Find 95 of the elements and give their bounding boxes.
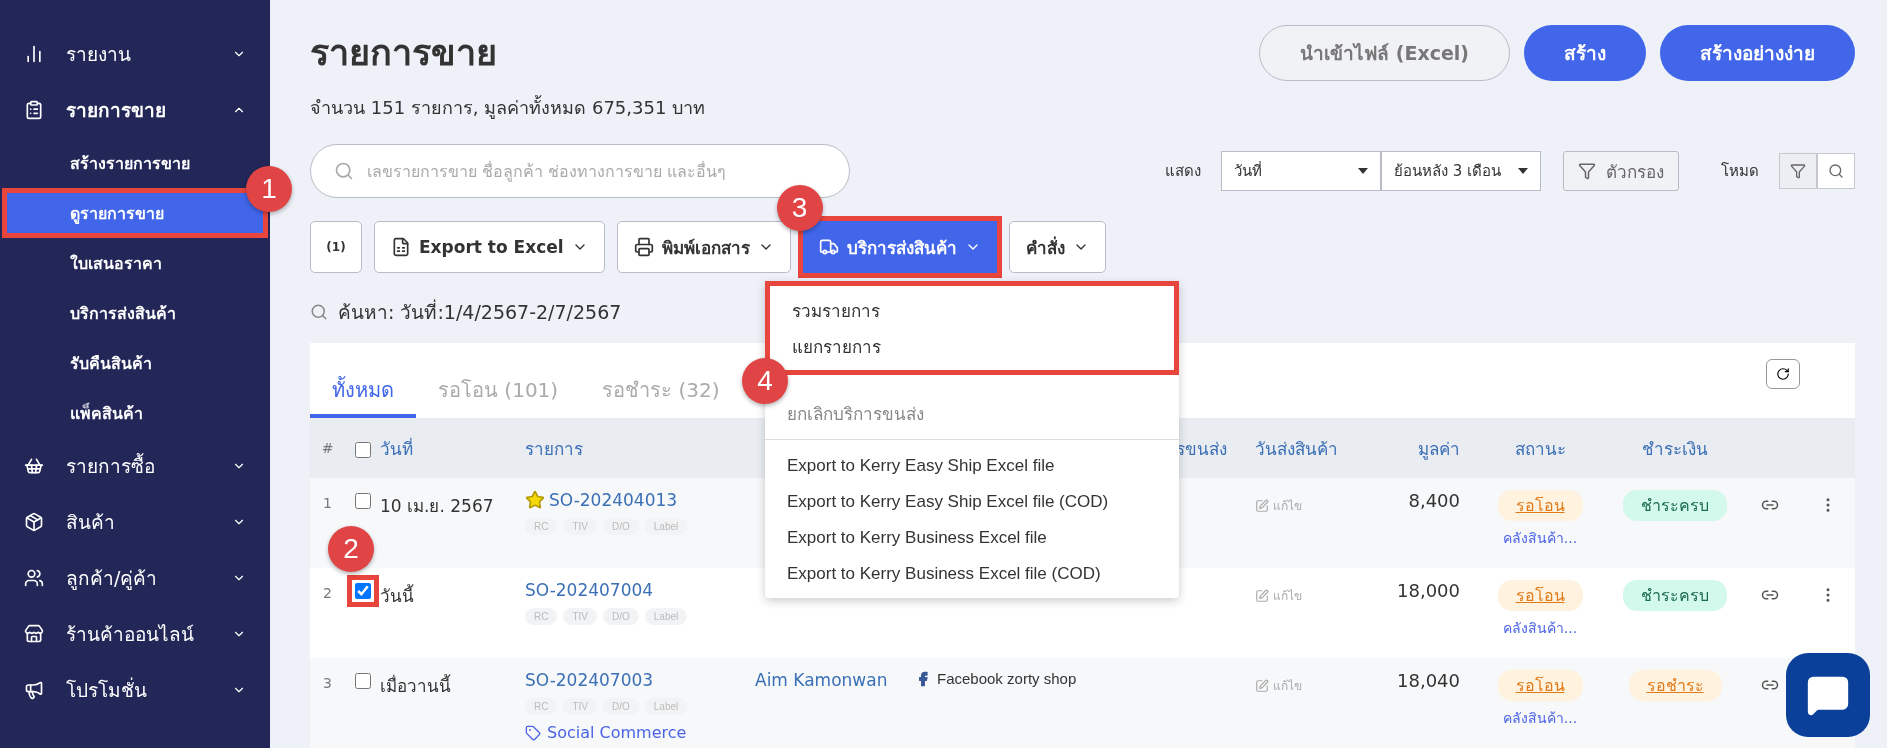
warehouse-link[interactable]: คลังสินค้า... (1502, 617, 1578, 639)
sidebar-subitem[interactable]: แพ็คสินค้า (2, 388, 268, 438)
value-cell-text: 8,400 (1407, 490, 1461, 511)
edit-icon (1255, 498, 1269, 513)
row-checkbox[interactable] (354, 583, 371, 599)
selected-count-button[interactable]: (1) (310, 221, 362, 273)
sidebar-subitem[interactable]: บริการส่งสินค้า (2, 288, 268, 338)
date-cell-text: 10 เม.ย. 2567 (380, 495, 495, 518)
header-button[interactable]: สร้าง (1524, 25, 1646, 81)
column-header: มูลค่า (1417, 437, 1461, 462)
date-field-select[interactable]: วันที่ (1221, 151, 1381, 191)
sidebar-item[interactable]: ลูกค้า/คู่ค้า (0, 550, 270, 606)
menu-item[interactable]: Export to Kerry Business Excel file (COD) (765, 556, 1179, 592)
date-cell-text: เมื่อวานนี้ (380, 673, 452, 698)
refresh-button[interactable] (1766, 359, 1800, 389)
row-checkbox[interactable] (354, 673, 371, 689)
caret-icon (1518, 168, 1528, 174)
sales-channel: Facebook zorty shop (915, 670, 1077, 687)
row-number: 2 (322, 584, 333, 601)
sidebar-subitem[interactable]: รับคืนสินค้า (2, 338, 268, 388)
search-icon (310, 303, 328, 321)
bar-chart-icon (24, 44, 44, 64)
megaphone-icon (24, 680, 44, 700)
sidebar-item[interactable]: รายการขาย (0, 82, 270, 138)
order-link[interactable]: SO-202407004 (525, 580, 755, 600)
order-link[interactable]: SO-202407003 (525, 670, 755, 690)
edit-icon (1255, 588, 1269, 603)
warehouse-link[interactable]: คลังสินค้า... (1502, 707, 1578, 729)
status-chip[interactable]: รอโอน (1497, 580, 1583, 611)
caret-icon (1358, 168, 1368, 174)
status-chip[interactable]: รอโอน (1497, 670, 1583, 701)
status-chip[interactable]: รอโอน (1497, 490, 1583, 521)
spreadsheet-icon (391, 237, 411, 257)
star-icon (525, 490, 545, 510)
date-cell-text: วันนี้ (380, 583, 415, 608)
sidebar-item[interactable]: รายการซื้อ (0, 438, 270, 494)
value-cell-text: 18,040 (1396, 670, 1461, 691)
sidebar-item[interactable]: ร้านค้าออนไลน์ (0, 606, 270, 662)
filter-button[interactable]: ตัวกรอง (1563, 151, 1679, 191)
toolbar-button[interactable]: คำสั่ง (1008, 221, 1106, 273)
edit-icon (1255, 678, 1269, 693)
search-icon (1828, 163, 1844, 179)
people-icon (24, 568, 44, 588)
menu-item[interactable]: Export to Kerry Easy Ship Excel file (COD) (765, 484, 1179, 520)
row-checkbox[interactable] (354, 493, 371, 509)
sidebar-item[interactable]: สินค้า (0, 494, 270, 550)
payment-chip[interactable]: ชำระครบ (1623, 490, 1727, 521)
basket-icon (24, 456, 44, 476)
step-marker: 1 (246, 166, 292, 212)
payment-chip[interactable]: ชำระครบ (1623, 580, 1727, 611)
search-icon (334, 161, 354, 181)
column-header: วันส่งสินค้า (1255, 437, 1339, 461)
show-label: แสดง (1165, 161, 1201, 182)
payment-chip[interactable]: รอชำระ (1628, 670, 1722, 701)
sidebar-item[interactable]: โปรโมชั่น (0, 662, 270, 718)
menu-item[interactable]: รวมรายการ (770, 292, 1174, 328)
menu-item[interactable]: Export to Kerry Business Excel file (765, 520, 1179, 556)
step-marker: 4 (742, 358, 788, 404)
tag-icon (525, 724, 541, 741)
header-button[interactable]: สร้างอย่างง่าย (1660, 25, 1855, 81)
store-icon (24, 624, 44, 644)
range-select[interactable]: ย้อนหลัง 3 เดือน (1381, 151, 1541, 191)
refresh-icon (1776, 367, 1790, 381)
chat-button[interactable] (1786, 653, 1870, 737)
row-number: 1 (322, 494, 333, 511)
search-query-text: ค้นหา: วันที่:1/4/2567-2/7/2567 (338, 298, 622, 325)
value-cell-text: 18,000 (1396, 580, 1461, 601)
filter-mode-button[interactable] (1779, 153, 1817, 189)
social-commerce-link[interactable]: Social Commerce (525, 723, 755, 742)
row-number: 3 (322, 674, 333, 691)
printer-icon (633, 237, 654, 257)
box-icon (24, 512, 44, 532)
clipboard-icon (24, 100, 44, 120)
column-header: วันที่ (380, 436, 414, 461)
column-header: สถานะ (1513, 437, 1567, 461)
column-header: # (320, 440, 335, 456)
customer-link[interactable]: Aim Kamonwan (755, 670, 888, 690)
toolbar-button[interactable]: พิมพ์เอกสาร (616, 221, 791, 273)
select-all-checkbox[interactable] (354, 441, 371, 458)
search-field[interactable]: เลขรายการขาย ชื่อลูกค้า ช่องทางการขาย และอื่นๆ (310, 144, 850, 198)
column-header: ชำระเงิน (1641, 437, 1709, 461)
search-mode-button[interactable] (1817, 153, 1855, 189)
order-link[interactable]: SO-202404013 (525, 490, 755, 510)
sidebar-subitem[interactable]: ใบเสนอราคา (2, 238, 268, 288)
mode-label: โหมด (1721, 161, 1759, 182)
summary-text: จำนวน 151 รายการ, มูลค่าทั้งหมด 675,351 บาท (310, 94, 706, 121)
filter-icon (1790, 163, 1806, 179)
column-header: รายการ (525, 437, 584, 461)
filter-icon (1578, 162, 1596, 180)
warehouse-link[interactable]: คลังสินค้า... (1502, 527, 1578, 549)
sidebar-item[interactable]: รายงาน (0, 26, 270, 82)
page-title: รายการขาย (310, 31, 498, 75)
truck-icon (818, 237, 839, 257)
toolbar-button[interactable]: Export to Excel (374, 221, 605, 273)
header-button[interactable]: นำเข้าไฟล์ (Excel) (1259, 25, 1510, 81)
